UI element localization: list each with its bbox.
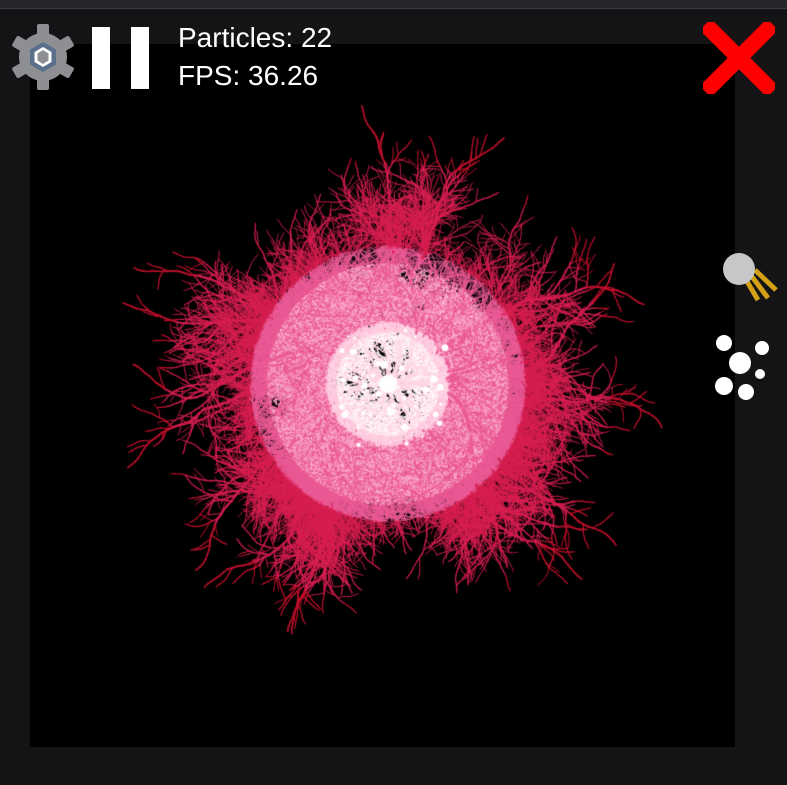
settings-button[interactable] [8,22,78,92]
gear-icon [12,24,74,90]
fps-value: 36.26 [248,60,319,91]
dla-fractal [30,44,735,747]
particles-label: Particles: [178,22,294,53]
fps-readout: FPS: 36.26 [178,60,318,92]
window-title-strip [0,0,787,9]
scatter-tool-button[interactable] [712,334,774,402]
particles-count: 22 [300,22,333,53]
simulation-canvas[interactable] [30,44,735,747]
particles-readout: Particles: 22 [178,22,332,54]
close-icon [699,18,779,98]
particle-emitter-icon [723,253,778,302]
close-button[interactable] [699,18,779,98]
particle-scatter-icon [715,335,769,400]
emitter-tool-button[interactable] [718,250,780,310]
pause-icon [92,27,149,89]
pause-button[interactable] [92,27,150,89]
fps-label: FPS: [178,60,241,91]
